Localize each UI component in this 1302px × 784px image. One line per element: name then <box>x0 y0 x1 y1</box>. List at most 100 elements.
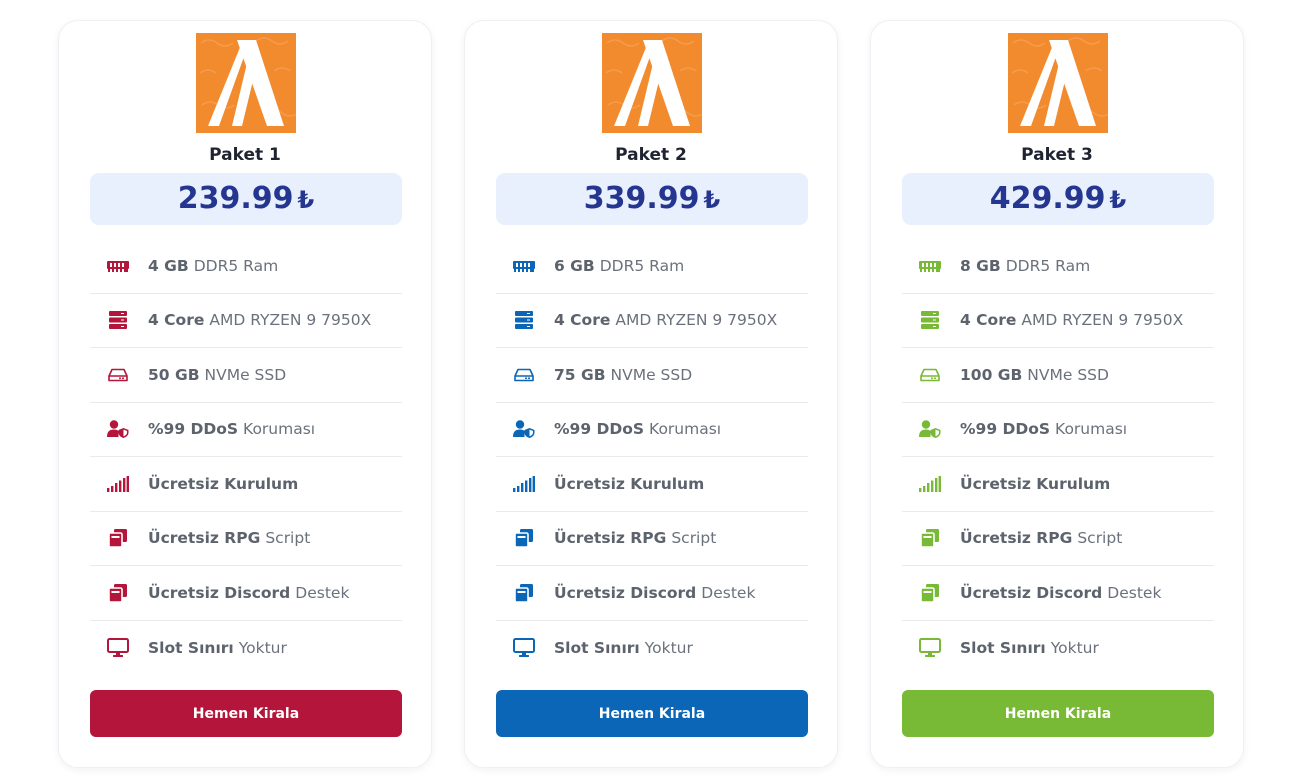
feature-item: 4 Core AMD RYZEN 9 7950X <box>496 294 808 348</box>
price-box: 239.99 ₺ <box>90 173 402 225</box>
feature-item: %99 DDoS Koruması <box>496 403 808 457</box>
rent-now-button[interactable]: Hemen Kirala <box>90 690 402 737</box>
fivem-logo-icon <box>602 33 702 133</box>
user-shield-icon <box>919 418 941 440</box>
feature-item: 50 GB NVMe SSD <box>90 348 402 403</box>
server-icon <box>107 309 129 331</box>
copy-icon <box>919 582 941 604</box>
feature-highlight: Slot Sınırı <box>960 638 1046 657</box>
feature-text: Script <box>1077 529 1123 548</box>
feature-highlight: %99 DDoS <box>960 420 1051 439</box>
ram-icon <box>107 255 129 277</box>
feature-item: Slot Sınırı Yoktur <box>902 621 1214 676</box>
feature-text: Yoktur <box>1050 638 1099 657</box>
feature-item: Ücretsiz RPG Script <box>90 512 402 566</box>
feature-text: Yoktur <box>238 638 287 657</box>
feature-highlight: Ücretsiz Discord <box>148 583 291 602</box>
package-title: Paket 1 <box>209 145 281 165</box>
ram-icon <box>513 255 535 277</box>
server-icon <box>919 309 941 331</box>
package-title: Paket 2 <box>615 145 687 165</box>
feature-text: AMD RYZEN 9 7950X <box>615 311 778 330</box>
feature-highlight: Ücretsiz Discord <box>960 583 1103 602</box>
rent-now-button[interactable]: Hemen Kirala <box>902 690 1214 737</box>
desktop-icon <box>919 637 941 659</box>
feature-text: Koruması <box>243 420 316 439</box>
feature-item: %99 DDoS Koruması <box>902 403 1214 457</box>
feature-item: Ücretsiz Kurulum <box>902 457 1214 512</box>
hdd-icon <box>513 364 535 386</box>
feature-list: 6 GB DDR5 Ram 4 Core AMD RYZEN 9 7950X 75 GB… <box>496 239 808 675</box>
feature-text: Script <box>671 529 717 548</box>
feature-highlight: %99 DDoS <box>148 420 239 439</box>
server-icon <box>513 309 535 331</box>
package-title: Paket 3 <box>1021 145 1093 165</box>
feature-text: Destek <box>701 583 756 602</box>
feature-highlight: Ücretsiz Kurulum <box>554 474 705 493</box>
signal-icon <box>107 473 129 495</box>
feature-item: Ücretsiz Discord Destek <box>496 566 808 621</box>
feature-highlight: Slot Sınırı <box>148 638 234 657</box>
feature-highlight: Ücretsiz RPG <box>148 529 261 548</box>
feature-list: 4 GB DDR5 Ram 4 Core AMD RYZEN 9 7950X 50 GB… <box>90 239 402 675</box>
feature-item: Ücretsiz Discord Destek <box>902 566 1214 621</box>
feature-highlight: 4 Core <box>960 311 1017 330</box>
feature-highlight: 8 GB <box>960 256 1001 275</box>
price-value: 429.99 <box>989 181 1106 216</box>
feature-text: DDR5 Ram <box>599 256 685 275</box>
signal-icon <box>919 473 941 495</box>
signal-icon <box>513 473 535 495</box>
hdd-icon <box>107 364 129 386</box>
feature-item: Slot Sınırı Yoktur <box>90 621 402 676</box>
currency-symbol: ₺ <box>703 186 721 214</box>
feature-highlight: 4 Core <box>554 311 611 330</box>
feature-highlight: 50 GB <box>148 365 200 384</box>
feature-list: 8 GB DDR5 Ram 4 Core AMD RYZEN 9 7950X 100 G… <box>902 239 1214 675</box>
feature-highlight: 100 GB <box>960 365 1023 384</box>
feature-item: 8 GB DDR5 Ram <box>902 239 1214 294</box>
feature-highlight: 75 GB <box>554 365 606 384</box>
pricing-card-1: Paket 1 239.99 ₺ 4 GB DDR5 Ram 4 Core AMD RY… <box>58 20 432 768</box>
feature-highlight: %99 DDoS <box>554 420 645 439</box>
desktop-icon <box>513 637 535 659</box>
feature-text: Destek <box>1107 583 1162 602</box>
feature-highlight: Ücretsiz Kurulum <box>148 474 299 493</box>
ram-icon <box>919 255 941 277</box>
fivem-logo-icon <box>196 33 296 133</box>
feature-text: AMD RYZEN 9 7950X <box>209 311 372 330</box>
feature-highlight: Ücretsiz RPG <box>960 529 1073 548</box>
feature-item: 4 GB DDR5 Ram <box>90 239 402 294</box>
feature-item: %99 DDoS Koruması <box>90 403 402 457</box>
feature-text: DDR5 Ram <box>1005 256 1091 275</box>
price-value: 339.99 <box>583 181 700 216</box>
rent-now-button[interactable]: Hemen Kirala <box>496 690 808 737</box>
copy-icon <box>107 527 129 549</box>
feature-highlight: 4 Core <box>148 311 205 330</box>
desktop-icon <box>107 637 129 659</box>
feature-item: 100 GB NVMe SSD <box>902 348 1214 403</box>
feature-highlight: Ücretsiz RPG <box>554 529 667 548</box>
feature-item: Ücretsiz Discord Destek <box>90 566 402 621</box>
copy-icon <box>919 527 941 549</box>
feature-highlight: Slot Sınırı <box>554 638 640 657</box>
feature-item: 75 GB NVMe SSD <box>496 348 808 403</box>
currency-symbol: ₺ <box>1109 186 1127 214</box>
currency-symbol: ₺ <box>297 186 315 214</box>
feature-highlight: 6 GB <box>554 256 595 275</box>
feature-highlight: Ücretsiz Kurulum <box>960 474 1111 493</box>
price-box: 429.99 ₺ <box>902 173 1214 225</box>
feature-item: 4 Core AMD RYZEN 9 7950X <box>90 294 402 348</box>
feature-item: 4 Core AMD RYZEN 9 7950X <box>902 294 1214 348</box>
feature-text: NVMe SSD <box>610 365 693 384</box>
feature-highlight: Ücretsiz Discord <box>554 583 697 602</box>
copy-icon <box>513 582 535 604</box>
feature-text: NVMe SSD <box>204 365 287 384</box>
price-box: 339.99 ₺ <box>496 173 808 225</box>
feature-text: Koruması <box>649 420 722 439</box>
pricing-card-3: Paket 3 429.99 ₺ 8 GB DDR5 Ram 4 Core AMD RY… <box>870 20 1244 768</box>
hdd-icon <box>919 364 941 386</box>
user-shield-icon <box>107 418 129 440</box>
fivem-logo-icon <box>1008 33 1108 133</box>
copy-icon <box>513 527 535 549</box>
feature-item: Ücretsiz Kurulum <box>90 457 402 512</box>
